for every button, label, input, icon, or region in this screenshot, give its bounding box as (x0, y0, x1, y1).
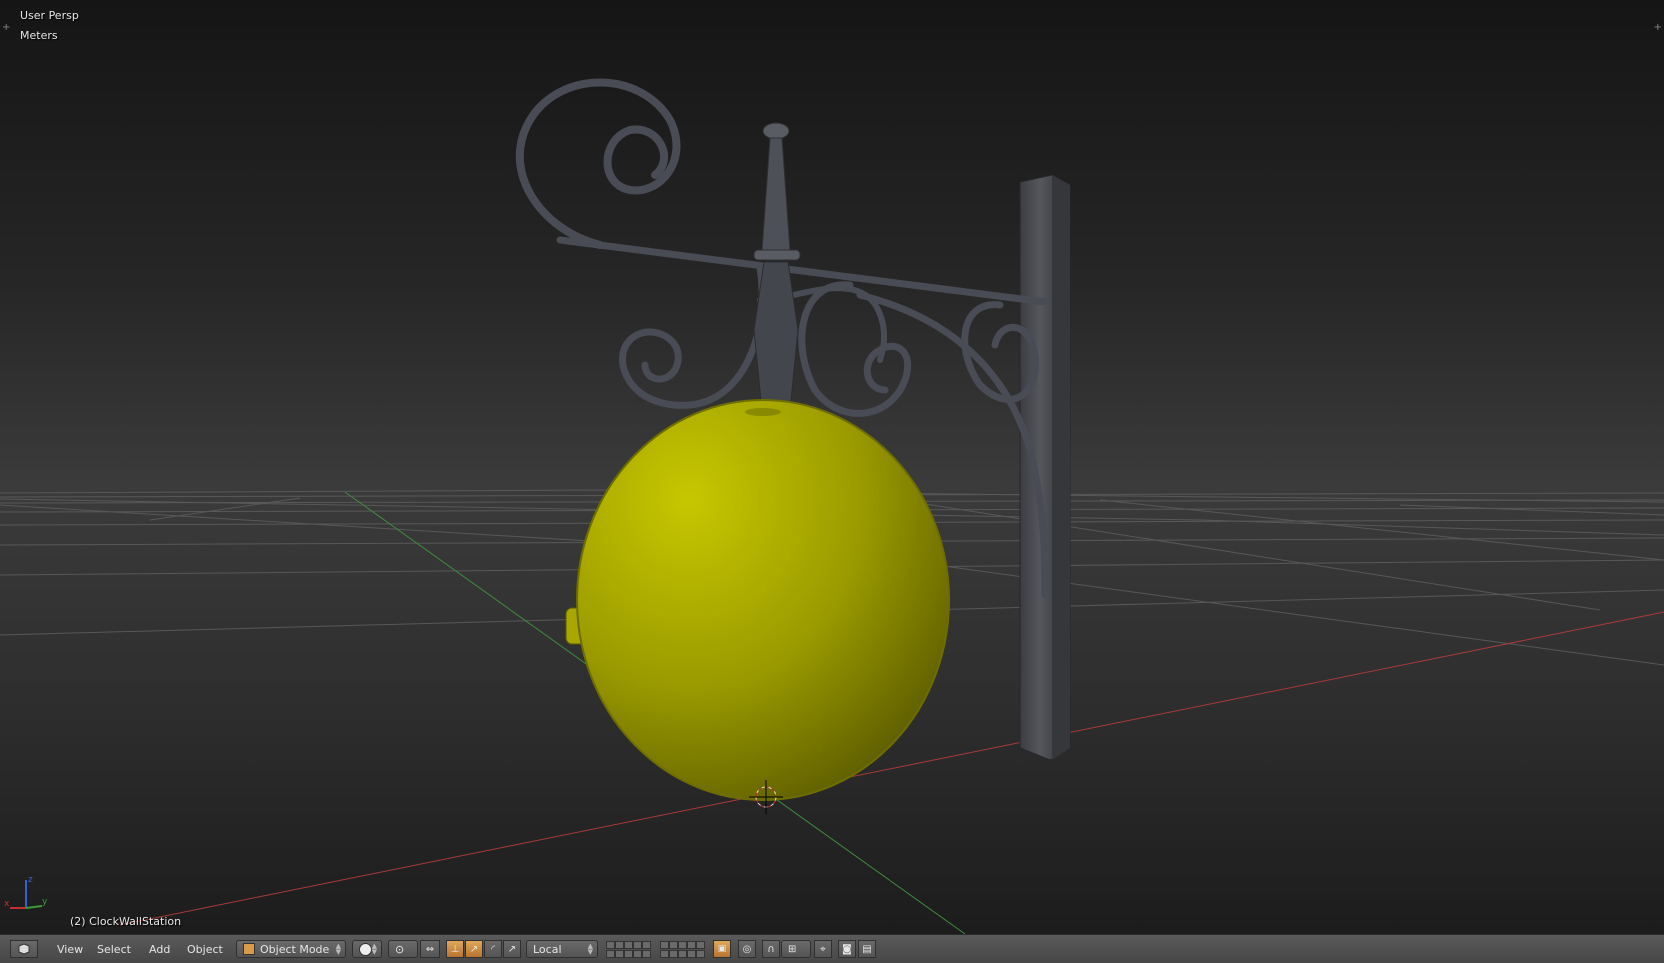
opengl-render-button[interactable]: ◙ (838, 940, 856, 958)
shading-arrows-icon: ▲ ▼ (371, 942, 377, 956)
layer-2[interactable] (614, 940, 624, 949)
object-mode-icon (243, 943, 255, 955)
mode-label: Object Mode (260, 942, 330, 956)
clapper-icon: ▤ (862, 943, 872, 955)
layer-20[interactable] (695, 949, 705, 958)
active-object-label: (2) ClockWallStation (70, 915, 182, 928)
3d-view-header: View Select Add Object Object Mode ▲ ▼ ▲ ▼… (0, 934, 1664, 963)
gizmo-x-label: x (4, 899, 10, 909)
clock-body (565, 399, 950, 801)
scene-layers-group-2[interactable] (658, 940, 706, 958)
dropdown-arrows-icon: ▲ ▼ (335, 942, 341, 956)
pivot-point-icon: ⊙ (395, 942, 405, 956)
layer-19[interactable] (686, 949, 696, 958)
manipulator-icon: ⊥ (450, 943, 460, 955)
3d-viewport[interactable]: + + User Persp Meters (2) ClockWallStati… (0, 0, 1664, 934)
scene-canvas[interactable] (0, 0, 1664, 934)
layer-11[interactable] (605, 949, 615, 958)
menu-select[interactable]: Select (91, 940, 137, 958)
viewport-shading-dropdown[interactable]: ▲ ▼ (352, 940, 382, 958)
layer-8[interactable] (677, 940, 687, 949)
layer-18[interactable] (677, 949, 687, 958)
layer-14[interactable] (632, 949, 642, 958)
menu-object[interactable]: Object (181, 940, 229, 958)
axis-orientation-gizmo: x y z (4, 875, 48, 909)
lock-icon: ▣ (717, 944, 727, 954)
layer-5[interactable] (641, 940, 651, 949)
scene-layers-group-1[interactable] (604, 940, 652, 958)
lock-layers-button[interactable]: ▣ (713, 940, 731, 958)
gizmo-z-label: z (28, 875, 33, 885)
translate-manipulator-button[interactable]: ↗ (465, 940, 483, 958)
snap-target-icon: ⌖ (820, 943, 826, 955)
layer-7[interactable] (668, 940, 678, 949)
view-name-label: User Persp (20, 9, 79, 22)
magnet-icon: ∩ (767, 943, 775, 955)
scale-icon: ↗ (507, 943, 517, 955)
snap-target-button[interactable]: ⌖ (814, 940, 832, 958)
camera-icon: ◙ (842, 943, 852, 955)
mode-dropdown[interactable]: Object Mode ▲ ▼ (236, 940, 346, 958)
layer-6[interactable] (659, 940, 669, 949)
orientation-label: Local (533, 942, 562, 956)
transform-orientation-dropdown[interactable]: Local ▲ ▼ (526, 940, 598, 958)
snap-increment-icon: ⊞ (788, 943, 797, 955)
layer-12[interactable] (614, 949, 624, 958)
proportional-editing-button[interactable]: ◎ (738, 940, 756, 958)
scale-manipulator-button[interactable]: ↗ (503, 940, 521, 958)
solid-shading-icon (359, 942, 372, 956)
gizmo-y-label: y (42, 897, 48, 907)
pivot-point-dropdown[interactable]: ⊙ (388, 940, 418, 958)
snap-toggle-button[interactable]: ∩ (762, 940, 780, 958)
opengl-render-animation-button[interactable]: ▤ (858, 940, 876, 958)
layer-9[interactable] (686, 940, 696, 949)
layer-13[interactable] (623, 949, 633, 958)
area-split-handle-right[interactable]: + (1654, 22, 1662, 33)
manipulator-toggle-button[interactable]: ⊥ (446, 940, 464, 958)
layer-17[interactable] (668, 949, 678, 958)
snap-element-dropdown[interactable]: ⊞ (781, 940, 811, 958)
proportional-editing-icon: ◎ (742, 943, 752, 955)
layer-4[interactable] (632, 940, 642, 949)
rotate-manipulator-button[interactable]: ◜ (484, 940, 502, 958)
rotate-icon: ◜ (491, 943, 495, 955)
layer-16[interactable] (659, 949, 669, 958)
orientation-arrows-icon: ▲ ▼ (587, 942, 593, 956)
menu-add[interactable]: Add (143, 940, 176, 958)
area-split-handle-left[interactable]: + (2, 22, 10, 33)
layer-3[interactable] (623, 940, 633, 949)
layer-10[interactable] (695, 940, 705, 949)
layer-1[interactable] (605, 940, 615, 949)
menu-view[interactable]: View (51, 940, 89, 958)
limit-selection-icon: ⇔ (425, 943, 435, 955)
3d-view-icon (18, 943, 30, 955)
limit-selection-button[interactable]: ⇔ (420, 940, 440, 958)
units-label: Meters (20, 29, 58, 42)
layer-15[interactable] (641, 949, 651, 958)
editor-type-button[interactable] (10, 940, 38, 958)
translate-arrow-icon: ↗ (469, 943, 479, 955)
wall-post (1019, 174, 1071, 761)
